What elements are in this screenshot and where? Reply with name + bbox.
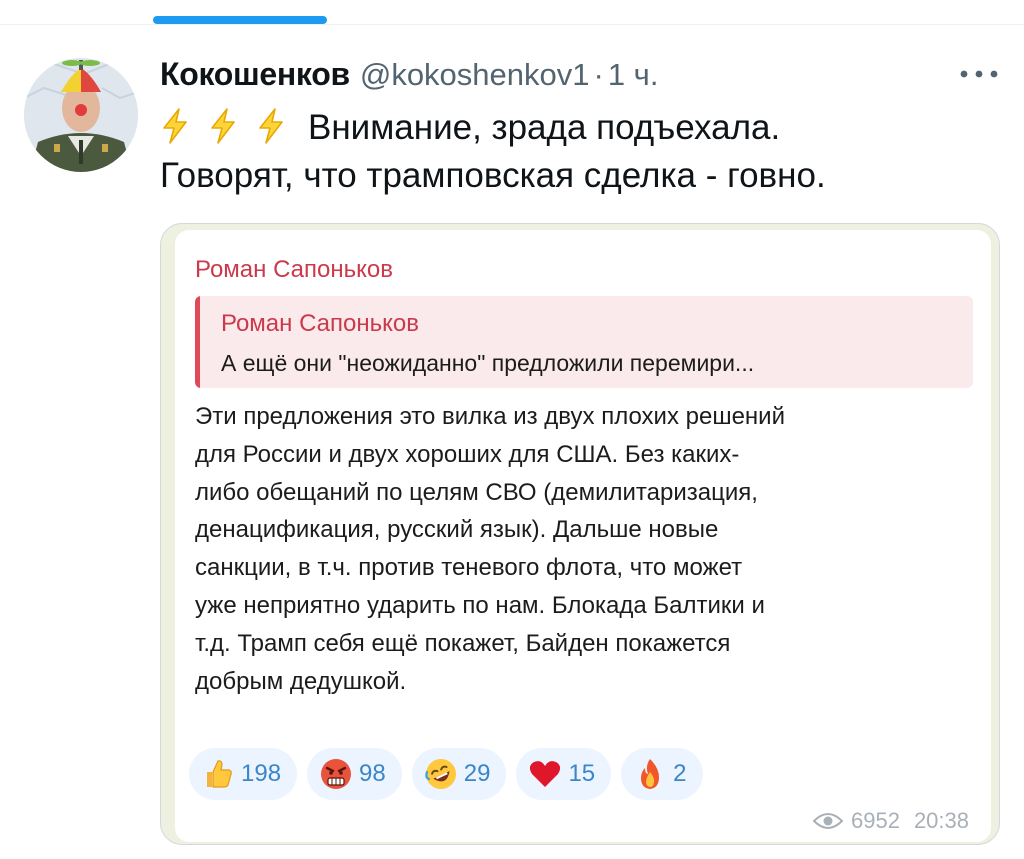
message-time: 20:38 (913, 808, 969, 833)
tweet-line-1: Внимание, зрада подъехала. (160, 104, 990, 152)
message-line: для России и двух хороших для США. Без к… (195, 440, 740, 468)
tweet-text-line-1: Внимание, зрада подъехала. (308, 108, 781, 147)
active-tab-indicator (153, 16, 327, 24)
angry-face-icon (321, 759, 352, 789)
more-dots-icon (960, 70, 998, 78)
reaction-count: 15 (568, 760, 596, 787)
message-line: санкции, в т.ч. против теневого флота, ч… (195, 554, 743, 582)
eye-icon (812, 813, 843, 829)
tweet-header: Кокошенков @kokoshenkov1 · 1 ч. (160, 56, 658, 96)
reactions-bar: 198 98 29 15 2 (189, 748, 703, 800)
reply-accent-bar (195, 296, 200, 388)
fire-icon (641, 759, 660, 789)
reaction-count: 198 (241, 760, 282, 787)
reaction-count: 29 (463, 760, 491, 787)
message-line: добрым дедушкой. (195, 667, 407, 695)
view-count: 6952 (850, 808, 900, 833)
divider (0, 24, 1024, 25)
avatar-image (24, 58, 138, 172)
reply-snippet: А ещё они "неожиданно" предложили переми… (221, 350, 755, 376)
message-line: денацификация, русский язык). Дальше нов… (195, 516, 719, 544)
author-name[interactable]: Кокошенков (160, 56, 350, 93)
reaction-rofl[interactable]: 29 (411, 748, 507, 800)
reply-preview: Роман Сапоньков А ещё они "неожиданно" п… (195, 296, 973, 388)
message-line: Эти предложения это вилка из двух плохих… (195, 403, 785, 430)
reaction-heart[interactable]: 15 (516, 748, 612, 800)
lightning-icon (256, 108, 286, 144)
tweet-text-line-2: Говорят, что трамповская сделка - говно. (160, 156, 826, 195)
channel-name: Роман Сапоньков (195, 256, 393, 283)
message-meta: 6952 20:38 (812, 808, 969, 834)
rofl-face-icon (424, 759, 456, 789)
reaction-count: 2 (673, 760, 687, 787)
reaction-thumbs-up[interactable]: 198 (189, 748, 298, 800)
embedded-image-card[interactable]: Роман Сапоньков Роман Сапоньков А ещё он… (160, 223, 1000, 845)
avatar[interactable] (24, 58, 138, 172)
more-options-button[interactable] (958, 64, 1000, 84)
tweet-timestamp[interactable]: 1 ч. (608, 57, 659, 93)
lightning-icon (160, 108, 190, 144)
reaction-fire[interactable]: 2 (621, 748, 703, 800)
thumbs-up-icon (207, 760, 232, 788)
message-line: уже неприятно ударить по нам. Блокада Ба… (195, 591, 765, 619)
telegram-message-bubble: Роман Сапоньков Роман Сапоньков А ещё он… (175, 230, 991, 842)
message-line: либо обещаний по целям СВО (демилитариза… (195, 478, 758, 506)
lightning-icon (208, 108, 238, 144)
author-handle[interactable]: @kokoshenkov1 (360, 57, 590, 93)
reaction-count: 98 (359, 760, 386, 787)
reaction-angry[interactable]: 98 (307, 748, 402, 800)
message-line: т.д. Трамп себя ещё покажет, Байден пока… (195, 629, 731, 657)
tweet-text: Внимание, зрада подъехала. Говорят, что … (160, 104, 990, 200)
separator-dot: · (593, 57, 604, 92)
heart-icon (530, 761, 561, 787)
reply-author: Роман Сапоньков (221, 310, 419, 337)
message-body: Эти предложения это вилка из двух плохих… (195, 398, 981, 700)
